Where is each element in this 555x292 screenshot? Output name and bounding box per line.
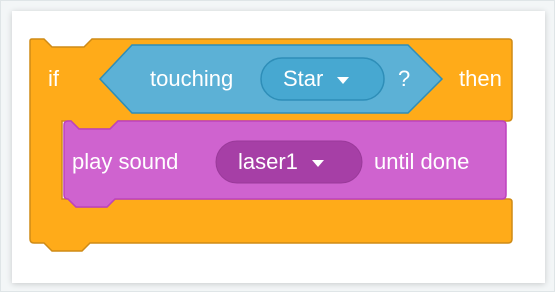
sound-dropdown-text: laser1	[238, 149, 298, 174]
play-sound-label: play sound	[72, 149, 179, 174]
touching-label: touching	[150, 66, 234, 91]
script-area: if touching Star ? then play sound laser…	[12, 11, 545, 283]
question-label: ?	[398, 66, 411, 91]
touching-dropdown-text: Star	[283, 66, 324, 91]
if-label: if	[48, 66, 59, 91]
caret-down-icon	[337, 76, 350, 84]
then-label: then	[459, 66, 502, 91]
touching-dropdown-value: Star	[283, 65, 350, 93]
blocks-canvas	[29, 38, 513, 252]
until-done-label: until done	[374, 149, 470, 174]
sound-dropdown-value: laser1	[238, 148, 325, 176]
workspace-frame: if touching Star ? then play sound laser…	[0, 0, 555, 292]
caret-down-icon	[312, 159, 325, 167]
